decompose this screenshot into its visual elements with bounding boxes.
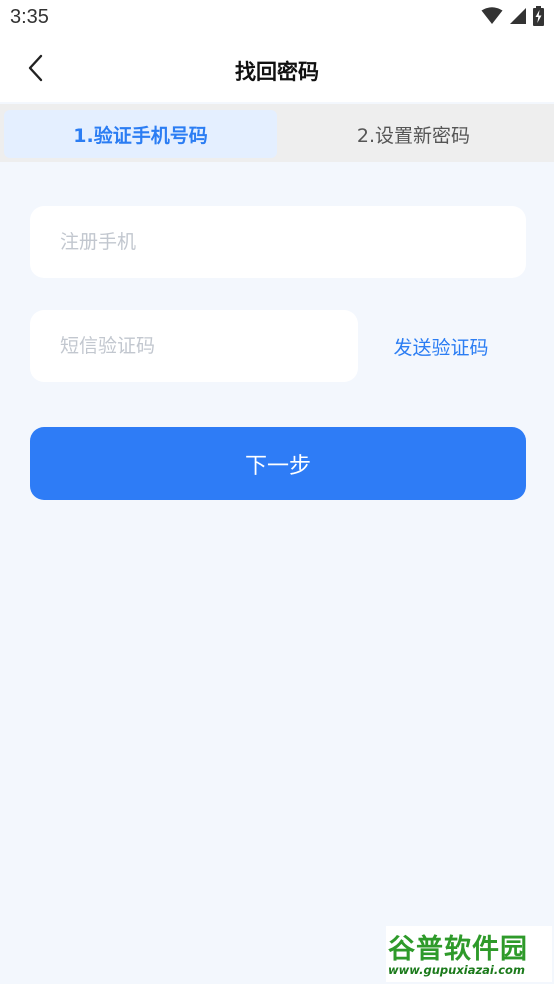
status-bar: 3:35	[0, 0, 554, 38]
phone-field-container	[30, 206, 526, 278]
sms-code-field-container	[30, 310, 358, 382]
battery-charging-icon	[533, 6, 544, 30]
sms-code-input[interactable]	[30, 310, 358, 382]
page-title: 找回密码	[235, 60, 319, 84]
watermark-logo: 谷普软件园 www.gupuxiazai.com	[386, 926, 552, 982]
tab-set-new-password[interactable]: 2.设置新密码	[277, 110, 550, 158]
header-bar: 找回密码	[0, 38, 554, 102]
signal-icon	[509, 7, 527, 29]
watermark-title: 谷普软件园	[388, 934, 528, 965]
next-step-button[interactable]: 下一步	[30, 427, 526, 500]
send-code-button[interactable]: 发送验证码	[372, 310, 510, 382]
phone-input[interactable]	[30, 206, 526, 278]
status-time: 3:35	[10, 6, 49, 28]
watermark-url: www.gupuxiazai.com	[388, 963, 525, 977]
wifi-icon	[481, 7, 503, 29]
status-icons	[481, 6, 544, 30]
tab-verify-phone[interactable]: 1.验证手机号码	[4, 110, 277, 158]
step-tabs: 1.验证手机号码 2.设置新密码	[0, 104, 554, 162]
